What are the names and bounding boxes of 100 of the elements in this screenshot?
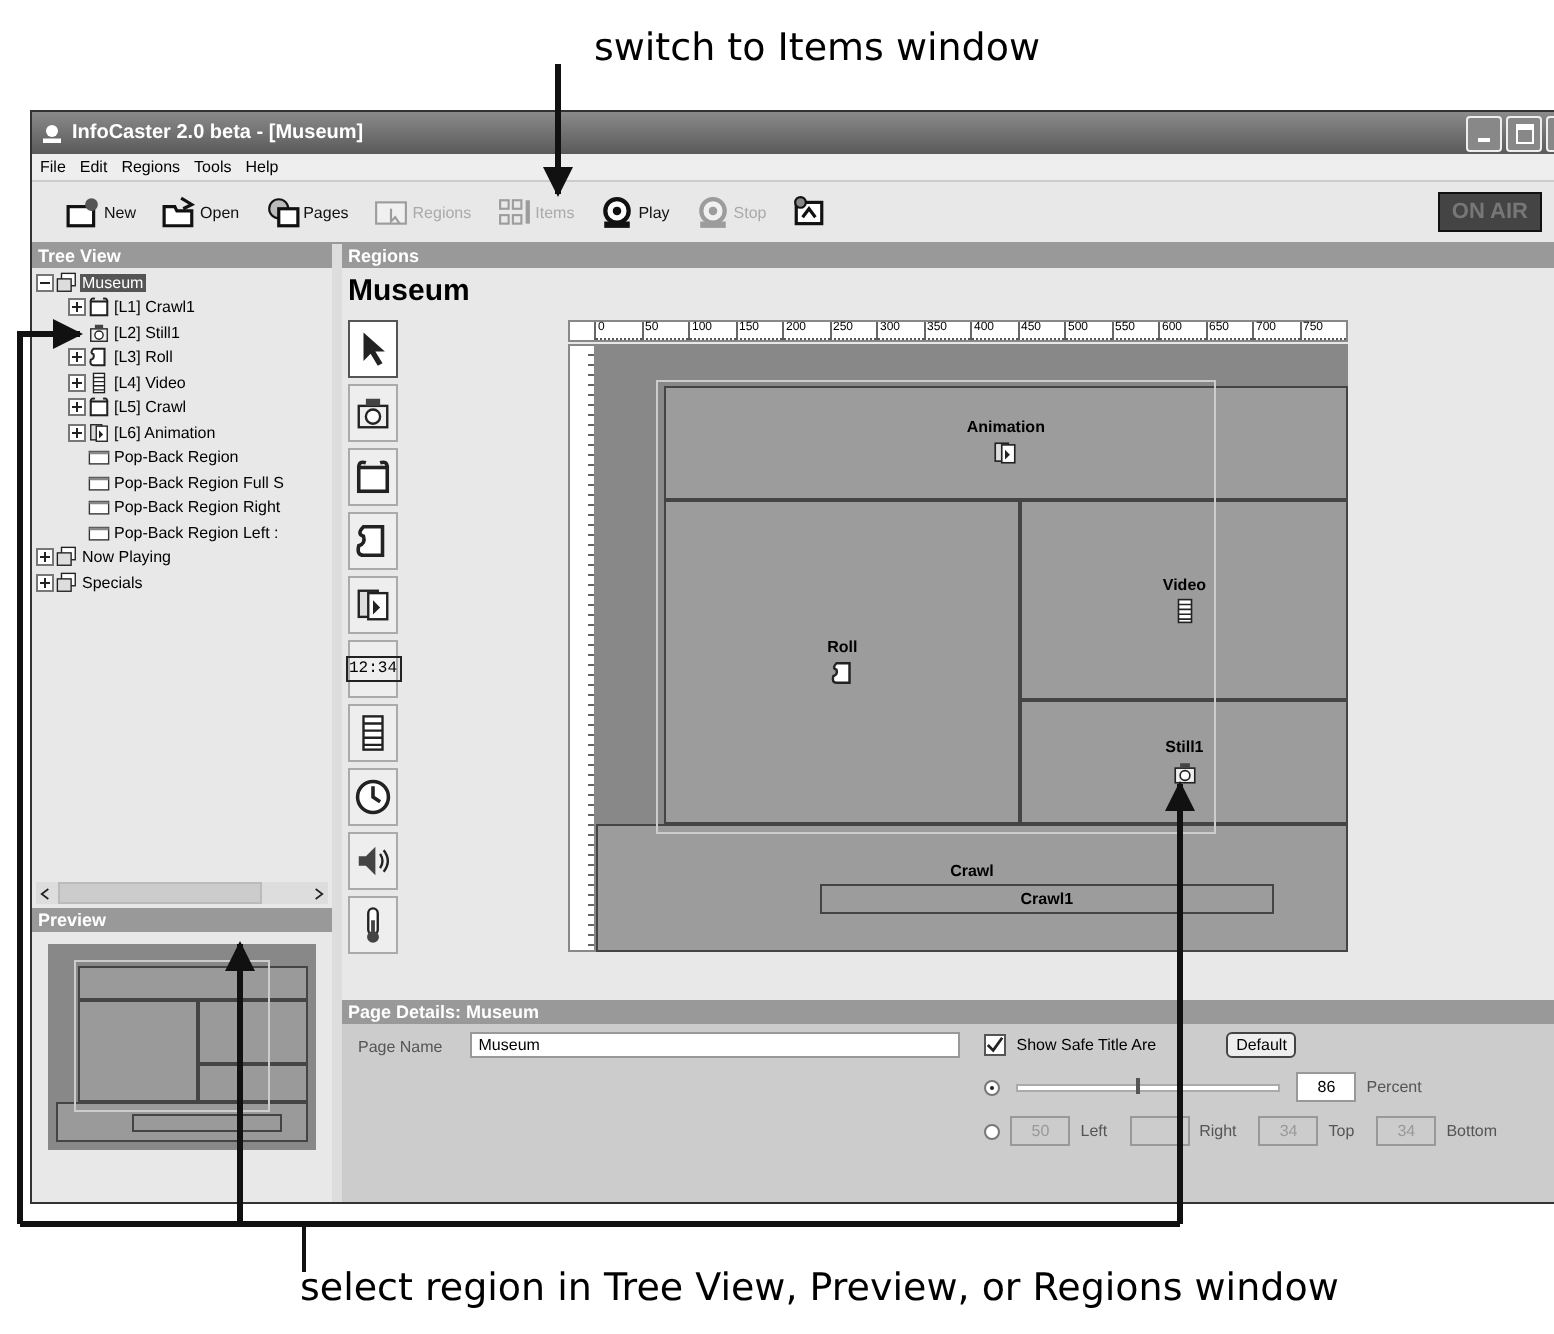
tree-item[interactable]: Museum [80,273,146,292]
speaker-icon [354,842,392,880]
expander-icon[interactable] [68,423,86,442]
caption-text: select region in Tree View, Preview, or Regions window [300,1266,1339,1310]
window-icon [88,446,110,469]
scroll-icon [88,296,110,319]
expander-icon[interactable] [36,273,54,292]
slider-track[interactable] [1016,1083,1281,1091]
menu-item[interactable]: File [40,158,66,176]
tree-item[interactable]: [L4] Video [112,373,188,392]
default-button[interactable]: Default [1226,1032,1297,1058]
tree-item[interactable]: Pop-Back Region [112,448,241,467]
expander-icon[interactable] [68,298,86,317]
menu-item[interactable]: Regions [121,158,181,176]
page-icon [56,546,78,569]
frames-icon [354,586,392,624]
tool-button[interactable] [348,832,398,890]
scroll-left-icon[interactable] [40,885,50,901]
open-folder-icon [162,195,197,229]
field-label: Percent [1366,1078,1422,1096]
tool-button[interactable] [348,448,398,506]
margin-field[interactable] [1129,1116,1190,1146]
tree-item[interactable]: [L2] Still1 [112,323,182,342]
region[interactable]: Roll [663,499,1021,825]
window-icon [88,521,110,544]
page-preview[interactable] [48,944,316,1150]
camera-icon [1171,759,1198,786]
scroll-icon [829,659,856,686]
pages-icon [265,195,300,229]
tree-item[interactable]: [L5] Crawl [112,398,189,417]
window-cursor-icon [374,195,409,229]
tree-item[interactable]: Pop-Back Region Left : [112,523,281,542]
new-file-icon [66,195,100,229]
toolbar-button[interactable]: Pages [259,195,355,229]
expander-icon[interactable] [36,548,54,567]
grid-icon [497,195,532,229]
region[interactable]: Crawl Crawl1 [596,824,1348,952]
film-strip-icon [88,371,110,394]
field-label: Top [1328,1122,1355,1140]
expander-icon[interactable] [36,573,54,592]
expander-icon[interactable] [68,373,86,392]
tree-item[interactable]: [L6] Animation [112,423,218,442]
frames-icon [992,440,1019,467]
region[interactable]: Animation [663,386,1348,499]
radio-button[interactable] [984,1079,1001,1095]
tree-item[interactable]: [L3] Roll [112,348,175,367]
tree-item[interactable]: Pop-Back Region Right [112,498,283,517]
scroll-icon [88,396,110,419]
toolbar-button[interactable]: Open [156,195,246,229]
scroll-right-icon[interactable] [314,885,324,901]
tree-item[interactable]: [L1] Crawl1 [112,298,197,317]
checkbox-label: Show Safe Title Are [1016,1036,1157,1054]
field-label: Page Name [358,1036,443,1056]
checkbox[interactable] [984,1034,1007,1056]
minimize-button[interactable] [1466,115,1502,151]
horizontal-scrollbar[interactable] [36,882,328,904]
clock-icon [354,778,392,816]
tree-item[interactable]: Now Playing [80,548,173,567]
page-title: Museum [346,272,472,312]
page-name-field[interactable]: Museum [470,1032,961,1058]
tool-button[interactable] [348,320,398,378]
scroll-icon [354,458,392,496]
tree-item[interactable]: Specials [80,573,145,592]
app-icon [40,121,64,145]
camera-icon [88,321,110,344]
window-icon [88,496,110,519]
webcam-icon [600,195,635,229]
expander-icon[interactable] [68,398,86,417]
region[interactable]: Still1 [1020,699,1348,825]
percent-field[interactable]: 86 [1296,1072,1357,1102]
tool-button[interactable]: 12:34 [348,640,398,698]
page-icon [56,571,78,594]
tool-button[interactable] [348,768,398,826]
camera-icon [354,394,392,432]
page-icon [56,271,78,294]
tree-item[interactable]: Pop-Back Region Full S [112,473,286,492]
field-label: Right [1199,1122,1237,1140]
radio-button[interactable] [984,1123,1001,1139]
toolbar-button[interactable]: New [60,195,143,229]
window-icon [88,471,110,494]
tool-button[interactable] [348,384,398,442]
field-label: Left [1080,1122,1108,1140]
panel-header: Page Details: Museum [342,1000,1554,1024]
webcam-icon [695,195,730,229]
tool-button[interactable] [348,512,398,570]
callout-arrow [543,64,573,197]
field-label: Bottom [1446,1122,1498,1140]
menu-item[interactable]: Edit [79,158,108,176]
frames-icon [88,421,110,444]
maximize-button[interactable] [1506,115,1542,151]
expander-icon[interactable] [68,348,86,367]
menu-item[interactable]: Tools [194,158,232,176]
menu-item[interactable]: Help [245,158,279,176]
slider-thumb[interactable] [1135,1077,1140,1093]
tool-button[interactable] [348,704,398,762]
toolbar-button[interactable]: Play [594,195,676,229]
tool-button[interactable] [348,576,398,634]
panel-header: Preview [32,908,332,932]
tool-button[interactable] [348,896,398,954]
region[interactable]: Video [1020,499,1348,700]
